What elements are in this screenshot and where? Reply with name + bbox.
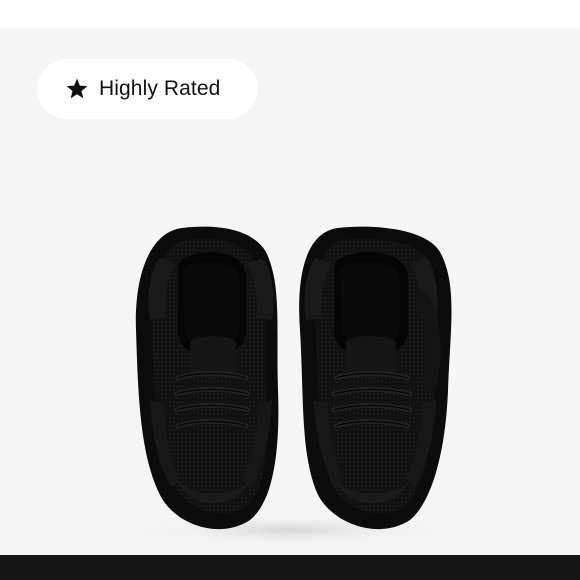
bottom-bar	[0, 555, 580, 580]
left-shoe	[135, 226, 279, 530]
top-strip	[0, 0, 580, 28]
star-icon	[65, 77, 89, 101]
product-image[interactable]: Highly Rated	[0, 28, 580, 555]
page: Highly Rated	[0, 0, 580, 580]
highly-rated-badge: Highly Rated	[37, 59, 258, 119]
badge-label: Highly Rated	[99, 77, 221, 100]
right-shoe	[299, 226, 452, 530]
